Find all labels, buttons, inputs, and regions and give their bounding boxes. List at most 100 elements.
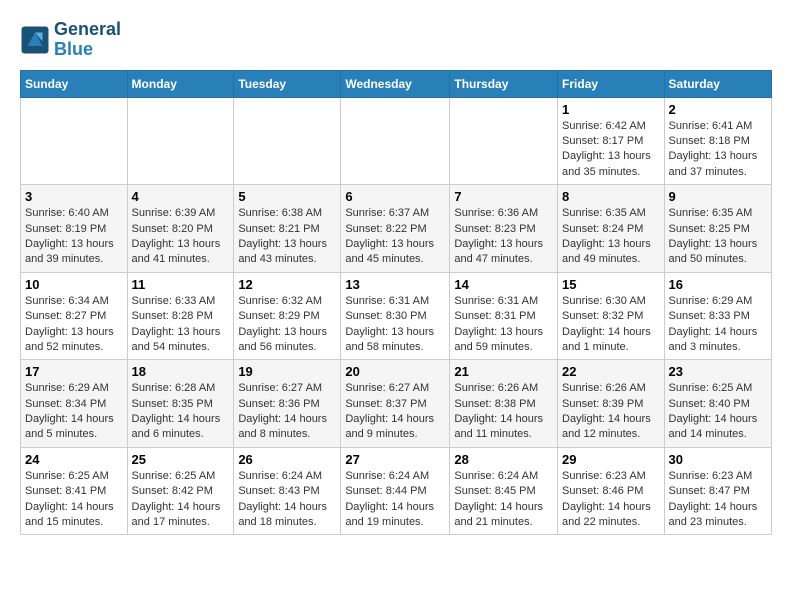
day-number: 10 <box>25 277 123 292</box>
calendar-week-row: 24 Sunrise: 6:25 AM Sunset: 8:41 PM Dayli… <box>21 447 772 535</box>
weekday-header-cell: Tuesday <box>234 70 341 97</box>
calendar-day-cell: 20 Sunrise: 6:27 AM Sunset: 8:37 PM Dayli… <box>341 360 450 448</box>
weekday-header-cell: Saturday <box>664 70 771 97</box>
day-number: 1 <box>562 102 660 117</box>
calendar-day-cell: 22 Sunrise: 6:26 AM Sunset: 8:39 PM Dayli… <box>558 360 665 448</box>
day-info: Sunrise: 6:24 AM Sunset: 8:44 PM Dayligh… <box>345 469 445 531</box>
calendar-day-cell <box>450 97 558 185</box>
calendar-day-cell: 11 Sunrise: 6:33 AM Sunset: 8:28 PM Dayli… <box>127 272 234 360</box>
calendar-day-cell: 23 Sunrise: 6:25 AM Sunset: 8:40 PM Dayli… <box>664 360 771 448</box>
calendar-day-cell: 24 Sunrise: 6:25 AM Sunset: 8:41 PM Dayli… <box>21 447 128 535</box>
day-number: 29 <box>562 452 660 467</box>
weekday-header-row: SundayMondayTuesdayWednesdayThursdayFrid… <box>21 70 772 97</box>
day-info: Sunrise: 6:23 AM Sunset: 8:46 PM Dayligh… <box>562 469 660 531</box>
day-number: 4 <box>132 189 230 204</box>
day-info: Sunrise: 6:29 AM Sunset: 8:34 PM Dayligh… <box>25 381 123 443</box>
day-info: Sunrise: 6:33 AM Sunset: 8:28 PM Dayligh… <box>132 294 230 356</box>
day-info: Sunrise: 6:29 AM Sunset: 8:33 PM Dayligh… <box>669 294 767 356</box>
day-number: 21 <box>454 364 553 379</box>
day-number: 3 <box>25 189 123 204</box>
logo-text: General Blue <box>54 20 121 60</box>
calendar-table: SundayMondayTuesdayWednesdayThursdayFrid… <box>20 70 772 536</box>
calendar-week-row: 3 Sunrise: 6:40 AM Sunset: 8:19 PM Daylig… <box>21 185 772 273</box>
day-number: 15 <box>562 277 660 292</box>
day-info: Sunrise: 6:23 AM Sunset: 8:47 PM Dayligh… <box>669 469 767 531</box>
calendar-body: 1 Sunrise: 6:42 AM Sunset: 8:17 PM Daylig… <box>21 97 772 535</box>
day-info: Sunrise: 6:25 AM Sunset: 8:40 PM Dayligh… <box>669 381 767 443</box>
day-info: Sunrise: 6:30 AM Sunset: 8:32 PM Dayligh… <box>562 294 660 356</box>
calendar-day-cell: 8Sunrise: 6:35 AM Sunset: 8:24 PM Daylig… <box>558 185 665 273</box>
day-number: 22 <box>562 364 660 379</box>
day-info: Sunrise: 6:27 AM Sunset: 8:37 PM Dayligh… <box>345 381 445 443</box>
day-number: 25 <box>132 452 230 467</box>
calendar-day-cell: 5 Sunrise: 6:38 AM Sunset: 8:21 PM Daylig… <box>234 185 341 273</box>
day-info: Sunrise: 6:31 AM Sunset: 8:31 PM Dayligh… <box>454 294 553 356</box>
day-number: 8 <box>562 189 660 204</box>
weekday-header-cell: Friday <box>558 70 665 97</box>
day-info: Sunrise: 6:24 AM Sunset: 8:43 PM Dayligh… <box>238 469 336 531</box>
day-number: 14 <box>454 277 553 292</box>
calendar-week-row: 10 Sunrise: 6:34 AM Sunset: 8:27 PM Dayli… <box>21 272 772 360</box>
day-info: Sunrise: 6:28 AM Sunset: 8:35 PM Dayligh… <box>132 381 230 443</box>
day-number: 16 <box>669 277 767 292</box>
calendar-day-cell: 4 Sunrise: 6:39 AM Sunset: 8:20 PM Daylig… <box>127 185 234 273</box>
day-info: Sunrise: 6:35 AM Sunset: 8:25 PM Dayligh… <box>669 206 767 268</box>
calendar-day-cell: 13 Sunrise: 6:31 AM Sunset: 8:30 PM Dayli… <box>341 272 450 360</box>
calendar-day-cell: 7 Sunrise: 6:36 AM Sunset: 8:23 PM Daylig… <box>450 185 558 273</box>
day-number: 28 <box>454 452 553 467</box>
calendar-day-cell: 21 Sunrise: 6:26 AM Sunset: 8:38 PM Dayli… <box>450 360 558 448</box>
calendar-day-cell: 25 Sunrise: 6:25 AM Sunset: 8:42 PM Dayli… <box>127 447 234 535</box>
calendar-day-cell: 16 Sunrise: 6:29 AM Sunset: 8:33 PM Dayli… <box>664 272 771 360</box>
calendar-day-cell: 15 Sunrise: 6:30 AM Sunset: 8:32 PM Dayli… <box>558 272 665 360</box>
calendar-day-cell: 1 Sunrise: 6:42 AM Sunset: 8:17 PM Daylig… <box>558 97 665 185</box>
calendar-day-cell: 18 Sunrise: 6:28 AM Sunset: 8:35 PM Dayli… <box>127 360 234 448</box>
calendar-week-row: 1 Sunrise: 6:42 AM Sunset: 8:17 PM Daylig… <box>21 97 772 185</box>
calendar-day-cell: 14 Sunrise: 6:31 AM Sunset: 8:31 PM Dayli… <box>450 272 558 360</box>
day-number: 18 <box>132 364 230 379</box>
day-info: Sunrise: 6:26 AM Sunset: 8:38 PM Dayligh… <box>454 381 553 443</box>
weekday-header-cell: Sunday <box>21 70 128 97</box>
day-number: 6 <box>345 189 445 204</box>
day-info: Sunrise: 6:38 AM Sunset: 8:21 PM Dayligh… <box>238 206 336 268</box>
weekday-header-cell: Wednesday <box>341 70 450 97</box>
day-info: Sunrise: 6:26 AM Sunset: 8:39 PM Dayligh… <box>562 381 660 443</box>
day-info: Sunrise: 6:42 AM Sunset: 8:17 PM Dayligh… <box>562 119 660 181</box>
day-info: Sunrise: 6:32 AM Sunset: 8:29 PM Dayligh… <box>238 294 336 356</box>
day-info: Sunrise: 6:36 AM Sunset: 8:23 PM Dayligh… <box>454 206 553 268</box>
calendar-week-row: 17Sunrise: 6:29 AM Sunset: 8:34 PM Dayli… <box>21 360 772 448</box>
day-info: Sunrise: 6:25 AM Sunset: 8:41 PM Dayligh… <box>25 469 123 531</box>
day-info: Sunrise: 6:25 AM Sunset: 8:42 PM Dayligh… <box>132 469 230 531</box>
day-info: Sunrise: 6:37 AM Sunset: 8:22 PM Dayligh… <box>345 206 445 268</box>
day-number: 5 <box>238 189 336 204</box>
calendar-day-cell: 26 Sunrise: 6:24 AM Sunset: 8:43 PM Dayli… <box>234 447 341 535</box>
calendar-day-cell: 3 Sunrise: 6:40 AM Sunset: 8:19 PM Daylig… <box>21 185 128 273</box>
calendar-day-cell: 10 Sunrise: 6:34 AM Sunset: 8:27 PM Dayli… <box>21 272 128 360</box>
calendar-day-cell: 2Sunrise: 6:41 AM Sunset: 8:18 PM Daylig… <box>664 97 771 185</box>
day-info: Sunrise: 6:24 AM Sunset: 8:45 PM Dayligh… <box>454 469 553 531</box>
day-number: 11 <box>132 277 230 292</box>
calendar-day-cell: 30 Sunrise: 6:23 AM Sunset: 8:47 PM Dayli… <box>664 447 771 535</box>
day-info: Sunrise: 6:34 AM Sunset: 8:27 PM Dayligh… <box>25 294 123 356</box>
weekday-header-cell: Thursday <box>450 70 558 97</box>
calendar-day-cell: 28 Sunrise: 6:24 AM Sunset: 8:45 PM Dayli… <box>450 447 558 535</box>
day-info: Sunrise: 6:39 AM Sunset: 8:20 PM Dayligh… <box>132 206 230 268</box>
calendar-day-cell <box>21 97 128 185</box>
calendar-day-cell: 27 Sunrise: 6:24 AM Sunset: 8:44 PM Dayli… <box>341 447 450 535</box>
day-number: 19 <box>238 364 336 379</box>
day-number: 12 <box>238 277 336 292</box>
day-info: Sunrise: 6:31 AM Sunset: 8:30 PM Dayligh… <box>345 294 445 356</box>
page-header: General Blue <box>20 20 772 60</box>
calendar-day-cell: 17Sunrise: 6:29 AM Sunset: 8:34 PM Dayli… <box>21 360 128 448</box>
day-number: 23 <box>669 364 767 379</box>
calendar-day-cell: 6 Sunrise: 6:37 AM Sunset: 8:22 PM Daylig… <box>341 185 450 273</box>
calendar-day-cell: 29 Sunrise: 6:23 AM Sunset: 8:46 PM Dayli… <box>558 447 665 535</box>
day-number: 7 <box>454 189 553 204</box>
day-number: 20 <box>345 364 445 379</box>
day-number: 30 <box>669 452 767 467</box>
day-info: Sunrise: 6:40 AM Sunset: 8:19 PM Dayligh… <box>25 206 123 268</box>
day-number: 13 <box>345 277 445 292</box>
day-number: 24 <box>25 452 123 467</box>
day-info: Sunrise: 6:27 AM Sunset: 8:36 PM Dayligh… <box>238 381 336 443</box>
day-number: 27 <box>345 452 445 467</box>
day-number: 26 <box>238 452 336 467</box>
